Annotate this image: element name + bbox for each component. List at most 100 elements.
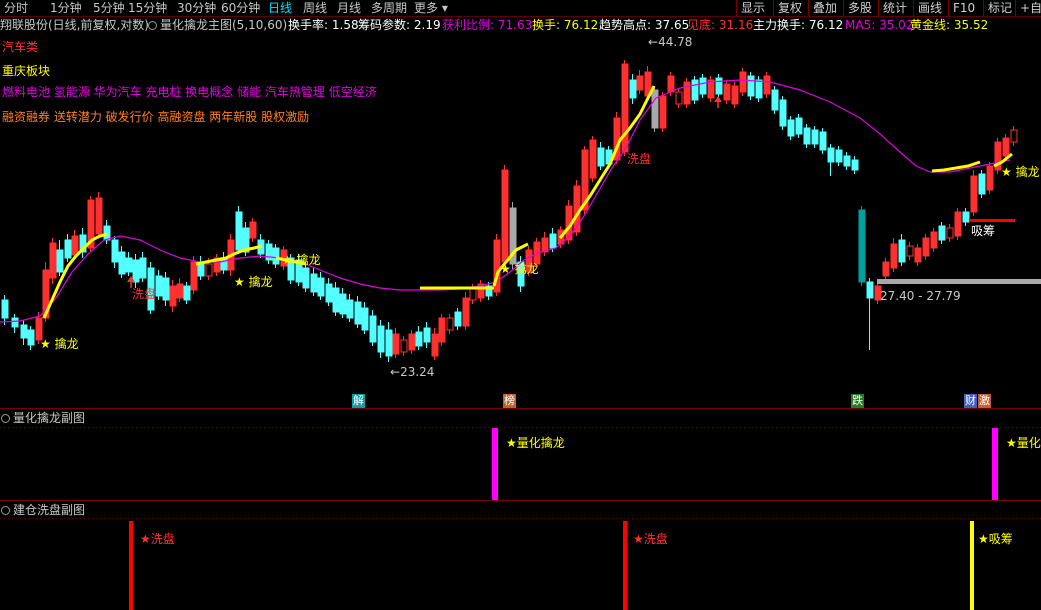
- signal-qinlong-2: ★ 擒龙: [234, 275, 273, 289]
- candle-body: [755, 79, 763, 99]
- candle-body: [739, 71, 747, 93]
- panel-settings-icon[interactable]: [1, 414, 10, 423]
- candle-body: [317, 277, 325, 297]
- candle-body: [377, 325, 385, 353]
- candle-body: [64, 239, 72, 259]
- candle-body: [111, 239, 119, 263]
- candle-body: [95, 197, 103, 235]
- high-price-label: ←44.78: [648, 35, 693, 49]
- candle-body: [651, 89, 659, 129]
- candle-body: [1002, 137, 1010, 157]
- tool-f10[interactable]: F10: [948, 0, 975, 16]
- trend-high: 趋势高点: 37.65: [599, 18, 690, 32]
- candle-body: [723, 83, 731, 101]
- indicator-name[interactable]: 量化擒龙主图(5,10,60): [148, 17, 287, 33]
- candle-body: [659, 95, 667, 129]
- tab-multi-period[interactable]: 多周期: [371, 0, 407, 16]
- tab-5min[interactable]: 5分钟: [93, 0, 125, 16]
- tool-display[interactable]: 显示: [736, 0, 765, 16]
- candle-body: [446, 317, 454, 331]
- candle-body: [361, 307, 369, 331]
- indicator-settings-icon[interactable]: [148, 21, 157, 30]
- candle-body: [332, 287, 340, 313]
- candle-body: [629, 79, 637, 99]
- candle-body: [827, 147, 835, 163]
- tab-daily[interactable]: 日线: [268, 0, 292, 16]
- candle-body: [803, 127, 811, 145]
- candle-body: [882, 261, 890, 277]
- chip-param: 筹码参数: 2.19: [358, 18, 441, 32]
- hand-value: 换手: 76.12: [532, 18, 599, 32]
- sub2-wash-label-2: ★洗盘: [633, 532, 668, 546]
- sub1-panel-title[interactable]: 量化擒龙副图: [0, 410, 85, 426]
- candle-body: [162, 277, 170, 301]
- signal-qinlong-4: ★ 擒龙: [500, 262, 539, 276]
- candle-body: [302, 267, 310, 289]
- panel-settings-icon[interactable]: [1, 506, 10, 515]
- candle-body: [851, 159, 859, 171]
- sub2-wash-label-1: ★洗盘: [140, 532, 175, 546]
- candle-body: [183, 285, 191, 301]
- tab-weekly[interactable]: 周线: [303, 0, 327, 16]
- tool-draw[interactable]: 画线: [913, 0, 942, 16]
- tool-overlay[interactable]: 叠加: [808, 0, 837, 16]
- candle-body: [906, 245, 914, 257]
- tab-intraday[interactable]: 分时: [4, 0, 28, 16]
- low-price-label: ←23.24: [390, 365, 435, 379]
- tool-mark[interactable]: 标记: [983, 0, 1012, 16]
- tool-add-watchlist[interactable]: +自选: [1015, 0, 1041, 16]
- candle-body: [970, 175, 978, 213]
- tab-15min[interactable]: 15分钟: [128, 0, 167, 16]
- candle-body: [71, 235, 79, 256]
- candle-body: [779, 99, 787, 127]
- candle-body: [930, 231, 938, 249]
- candle-body: [549, 233, 557, 249]
- candle-body: [890, 243, 898, 269]
- candle-body: [811, 129, 819, 145]
- tool-stats[interactable]: 统计: [878, 0, 907, 16]
- turnover-rate: 换手率: 1.58: [288, 18, 359, 32]
- candle-body: [763, 75, 771, 95]
- main-hand: 主力换手: 76.12: [753, 18, 844, 32]
- candle-body: [858, 209, 866, 283]
- indicator-info-bar: 翔联股份(日线,前复权,对数) 量化擒龙主图(5,10,60) 换手率: 1.5…: [0, 17, 1041, 33]
- candle-body: [155, 275, 163, 297]
- signal-xipan-2: 洗盘: [627, 152, 652, 166]
- candle-body: [176, 283, 184, 299]
- event-marker-jie[interactable]: 解: [352, 394, 365, 408]
- sub2-panel-title[interactable]: 建仓洗盘副图: [0, 502, 85, 518]
- event-marker-die[interactable]: 跌: [851, 394, 864, 408]
- candle-body: [325, 283, 333, 303]
- tab-60min[interactable]: 60分钟: [221, 0, 260, 16]
- gold-line-value: 黄金线: 35.52: [910, 18, 989, 32]
- candle-body: [986, 165, 994, 191]
- candle-body: [235, 211, 243, 251]
- event-marker-ji[interactable]: 激: [978, 394, 991, 408]
- candle-body: [369, 315, 377, 343]
- candle-body: [408, 333, 416, 351]
- candle-body: [691, 79, 699, 101]
- candle-body: [946, 227, 954, 239]
- event-marker-bang[interactable]: 榜: [503, 394, 516, 408]
- period-tab-bar: 分时 1分钟 5分钟 15分钟 30分钟 60分钟 日线 周线 月线 多周期 更…: [0, 0, 1041, 17]
- tab-monthly[interactable]: 月线: [337, 0, 361, 16]
- tab-30min[interactable]: 30分钟: [177, 0, 216, 16]
- sub2-absorb-bar: [970, 521, 974, 610]
- tab-more[interactable]: 更多 ▾: [414, 0, 448, 16]
- sub1-signal-bar: [492, 428, 498, 500]
- candle-body: [771, 89, 779, 111]
- signal-qinlong-1: ★ 擒龙: [40, 337, 79, 351]
- sub2-wash-bar: [623, 521, 627, 610]
- candle-body: [139, 257, 147, 279]
- candle-body: [835, 149, 843, 163]
- hold-line: [969, 219, 1015, 222]
- event-marker-cai[interactable]: 财: [964, 394, 977, 408]
- signal-qinlong-3: ★ 擒龙: [282, 253, 321, 267]
- candle-body: [501, 169, 509, 263]
- candle-body: [597, 147, 605, 167]
- candle-body: [1010, 129, 1018, 143]
- tab-1min[interactable]: 1分钟: [50, 0, 82, 16]
- candle-body: [954, 211, 962, 237]
- tool-adjust[interactable]: 复权: [773, 0, 802, 16]
- tool-multi-stock[interactable]: 多股: [843, 0, 872, 16]
